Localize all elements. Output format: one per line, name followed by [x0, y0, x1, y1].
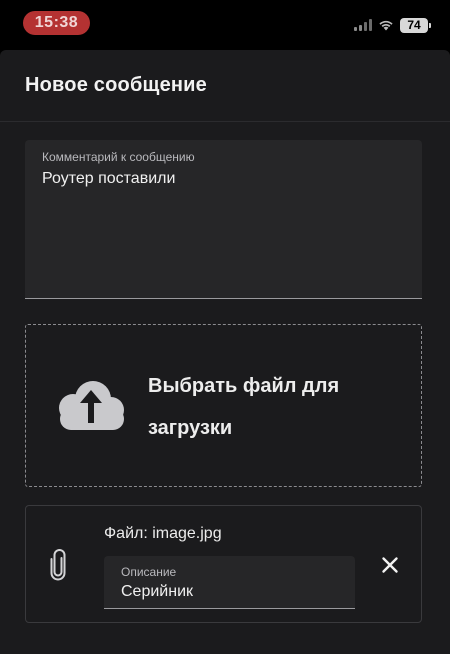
- cellular-signal-icon: [354, 19, 372, 31]
- new-message-dialog: Новое сообщение Комментарий к сообщению …: [0, 50, 450, 654]
- attachment-description-field[interactable]: Описание Серийник: [104, 556, 355, 609]
- choose-file-label: Выбрать файл для загрузки: [148, 375, 340, 439]
- status-bar: 15:38 74: [0, 0, 450, 38]
- battery-icon: 74: [400, 17, 431, 33]
- description-label: Описание: [121, 565, 177, 579]
- attachment-card: Файл: image.jpg Описание Серийник: [25, 505, 422, 623]
- description-input[interactable]: Серийник: [121, 583, 193, 601]
- paperclip-icon: [50, 549, 66, 581]
- title-divider: [0, 121, 450, 122]
- cloud-upload-icon: [59, 381, 124, 430]
- comment-field[interactable]: Комментарий к сообщению Роутер поставили: [25, 140, 422, 299]
- status-time: 15:38: [23, 11, 90, 35]
- status-icons: 74: [354, 16, 431, 34]
- dialog-title: Новое сообщение: [25, 74, 207, 96]
- attachment-file-name: Файл: image.jpg: [104, 525, 222, 542]
- comment-label: Комментарий к сообщению: [42, 150, 195, 164]
- wifi-icon: [379, 20, 393, 31]
- comment-input[interactable]: Роутер поставили: [42, 170, 175, 188]
- file-upload-dropzone[interactable]: Выбрать файл для загрузки: [25, 324, 422, 487]
- close-icon[interactable]: [378, 553, 402, 577]
